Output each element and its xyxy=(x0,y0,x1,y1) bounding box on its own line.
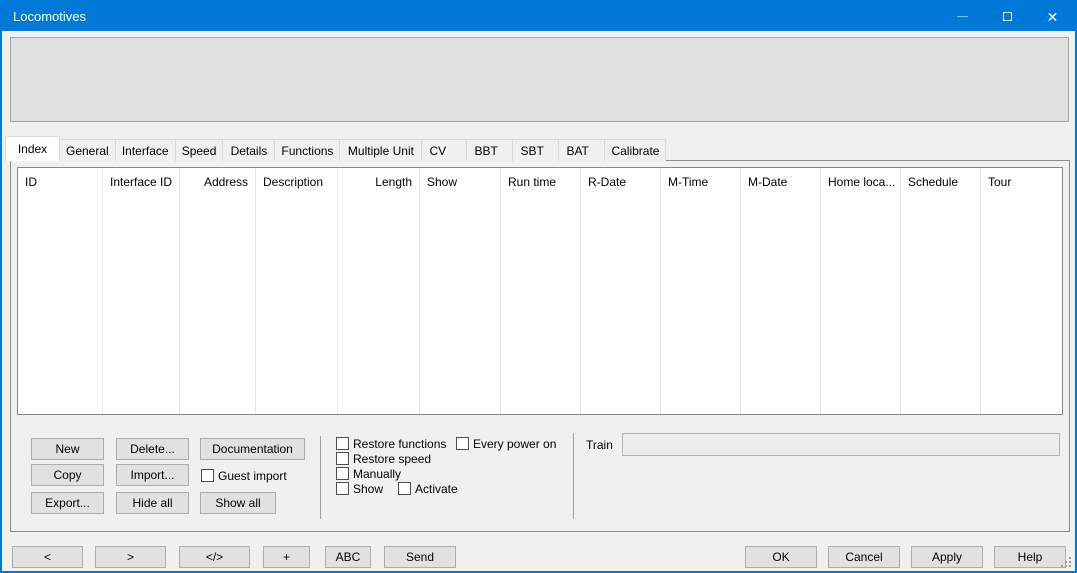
restore-functions-option: Restore functions xyxy=(336,436,446,451)
column-header-interface-id[interactable]: Interface ID xyxy=(103,168,179,195)
column-header-run-time[interactable]: Run time xyxy=(501,168,580,195)
guest-import-option: Guest import xyxy=(201,468,287,483)
minimize-icon xyxy=(957,16,968,17)
minimize-button[interactable] xyxy=(940,2,985,31)
apply-button[interactable]: Apply xyxy=(911,546,983,568)
column-r-date: R-Date xyxy=(581,168,661,414)
ok-button[interactable]: OK xyxy=(745,546,817,568)
column-header-r-date[interactable]: R-Date xyxy=(581,168,660,195)
separator-2 xyxy=(573,433,574,519)
column-interface-id: Interface ID xyxy=(103,168,180,414)
resize-grip-icon[interactable] xyxy=(1060,556,1073,569)
prev-button[interactable]: < xyxy=(12,546,83,568)
show-all-button[interactable]: Show all xyxy=(200,492,276,514)
column-length: Length xyxy=(338,168,420,414)
column-show: Show xyxy=(420,168,501,414)
column-description: Description xyxy=(256,168,338,414)
tab-strip: Index General Interface Speed Details Fu… xyxy=(5,136,665,161)
column-home-location: Home loca... xyxy=(821,168,901,414)
column-header-address[interactable]: Address xyxy=(180,168,255,195)
every-power-on-option: Every power on xyxy=(456,436,556,451)
column-header-schedule[interactable]: Schedule xyxy=(901,168,980,195)
every-power-on-label: Every power on xyxy=(473,437,556,451)
locomotives-dialog: Locomotives ✕ Index General Interface Sp… xyxy=(0,0,1077,573)
train-label: Train xyxy=(586,438,613,452)
column-m-date: M-Date xyxy=(741,168,821,414)
export-button[interactable]: Export... xyxy=(31,492,104,514)
code-button[interactable]: </> xyxy=(179,546,250,568)
activate-label: Activate xyxy=(415,482,458,496)
maximize-button[interactable] xyxy=(985,2,1030,31)
column-header-length[interactable]: Length xyxy=(338,168,419,195)
new-button[interactable]: New xyxy=(31,438,104,460)
tab-cv[interactable]: CV xyxy=(421,139,467,161)
locomotive-list[interactable]: ID Interface ID Address Description Leng… xyxy=(17,167,1063,415)
activate-option: Activate xyxy=(398,481,458,496)
manually-checkbox[interactable] xyxy=(336,467,349,480)
window-title: Locomotives xyxy=(2,9,86,24)
show-label: Show xyxy=(353,482,383,496)
column-header-description[interactable]: Description xyxy=(256,168,337,195)
column-id: ID xyxy=(18,168,103,414)
manually-label: Manually xyxy=(353,467,401,481)
hide-all-button[interactable]: Hide all xyxy=(116,492,189,514)
restore-speed-checkbox[interactable] xyxy=(336,452,349,465)
tab-index[interactable]: Index xyxy=(5,136,60,161)
column-header-id[interactable]: ID xyxy=(18,168,102,195)
restore-functions-checkbox[interactable] xyxy=(336,437,349,450)
close-button[interactable]: ✕ xyxy=(1030,2,1075,31)
train-input[interactable] xyxy=(622,433,1060,456)
maximize-icon xyxy=(1003,12,1012,21)
tab-bbt[interactable]: BBT xyxy=(466,139,513,161)
restore-speed-label: Restore speed xyxy=(353,452,431,466)
plus-button[interactable]: + xyxy=(263,546,310,568)
every-power-on-checkbox[interactable] xyxy=(456,437,469,450)
documentation-button[interactable]: Documentation xyxy=(200,438,305,460)
next-button[interactable]: > xyxy=(95,546,166,568)
help-button[interactable]: Help xyxy=(994,546,1066,568)
activate-checkbox[interactable] xyxy=(398,482,411,495)
guest-import-checkbox[interactable] xyxy=(201,469,214,482)
cancel-button[interactable]: Cancel xyxy=(828,546,900,568)
column-schedule: Schedule xyxy=(901,168,981,414)
send-button[interactable]: Send xyxy=(384,546,456,568)
copy-button[interactable]: Copy xyxy=(31,464,104,486)
column-tour: Tour xyxy=(981,168,1062,414)
tab-general[interactable]: General xyxy=(59,139,116,161)
window-controls: ✕ xyxy=(940,2,1075,31)
restore-speed-option: Restore speed xyxy=(336,451,431,466)
restore-functions-label: Restore functions xyxy=(353,437,446,451)
tab-details[interactable]: Details xyxy=(222,139,275,161)
guest-import-label: Guest import xyxy=(218,469,287,483)
delete-button[interactable]: Delete... xyxy=(116,438,189,460)
column-header-m-date[interactable]: M-Date xyxy=(741,168,820,195)
titlebar: Locomotives ✕ xyxy=(2,2,1075,31)
show-checkbox[interactable] xyxy=(336,482,349,495)
abc-button[interactable]: ABC xyxy=(325,546,371,568)
separator-1 xyxy=(320,436,321,519)
tab-calibrate[interactable]: Calibrate xyxy=(604,139,666,161)
column-header-show[interactable]: Show xyxy=(420,168,500,195)
tab-sbt[interactable]: SBT xyxy=(512,139,559,161)
tab-functions[interactable]: Functions xyxy=(274,139,340,161)
preview-panel xyxy=(10,37,1069,122)
column-header-m-time[interactable]: M-Time xyxy=(661,168,740,195)
column-header-home-location[interactable]: Home loca... xyxy=(821,168,900,195)
import-button[interactable]: Import... xyxy=(116,464,189,486)
column-address: Address xyxy=(180,168,256,414)
tab-bat[interactable]: BAT xyxy=(558,139,605,161)
column-m-time: M-Time xyxy=(661,168,741,414)
column-run-time: Run time xyxy=(501,168,581,414)
tab-speed[interactable]: Speed xyxy=(175,139,224,161)
show-option: Show xyxy=(336,481,383,496)
close-icon: ✕ xyxy=(1047,10,1059,24)
tab-interface[interactable]: Interface xyxy=(115,139,176,161)
column-header-tour[interactable]: Tour xyxy=(981,168,1062,195)
index-tab-page: ID Interface ID Address Description Leng… xyxy=(10,160,1070,532)
tab-multiple-unit[interactable]: Multiple Unit xyxy=(339,139,422,161)
manually-option: Manually xyxy=(336,466,401,481)
